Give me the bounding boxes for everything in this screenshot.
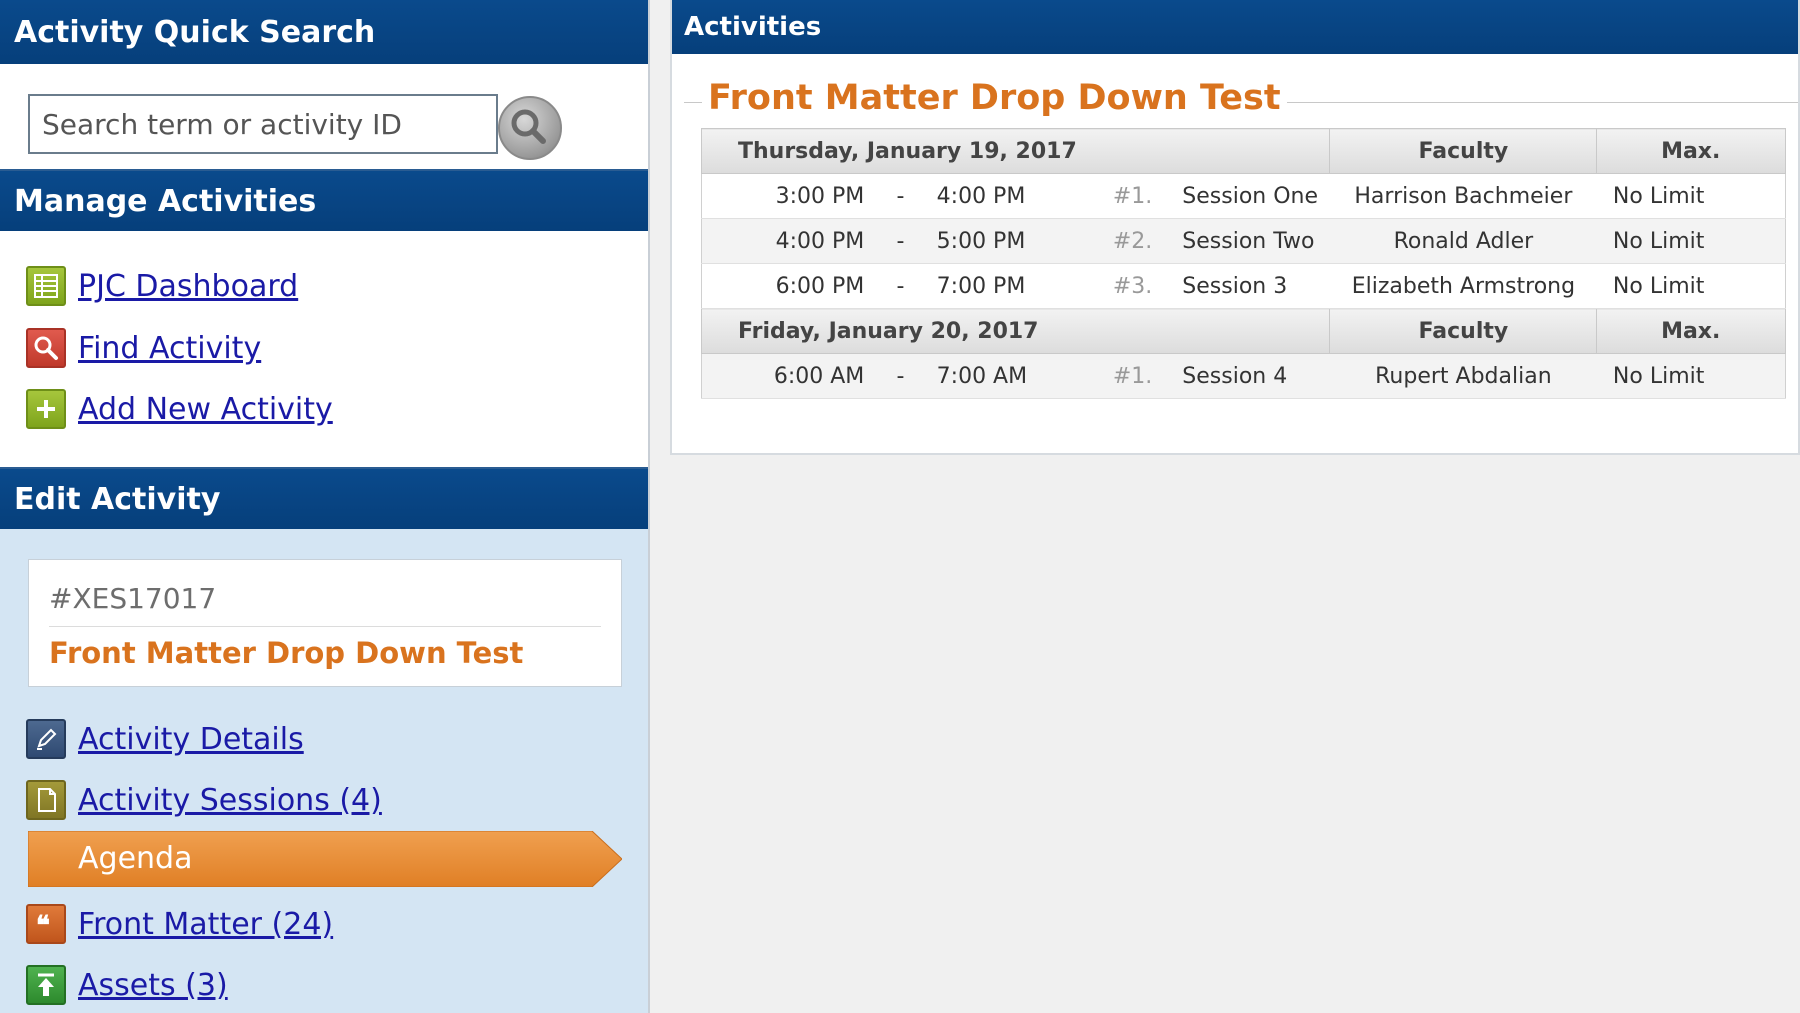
activity-details-label[interactable]: Activity Details: [78, 722, 304, 757]
pjc-dashboard-label[interactable]: PJC Dashboard: [78, 269, 298, 304]
session-end: 7:00 AM: [926, 353, 1048, 399]
day-header-row: Friday, January 20, 2017 Faculty Max.: [700, 308, 1786, 354]
sidebar: Activity Quick Search Manage Activities …: [0, 0, 650, 1013]
assets-link[interactable]: Assets (3): [26, 964, 228, 1006]
search-input[interactable]: [28, 94, 498, 154]
magnifier-icon: [26, 328, 66, 368]
session-max: No Limit: [1596, 263, 1786, 309]
add-new-activity-link[interactable]: Add New Activity: [26, 388, 333, 430]
agenda-activity-title: Front Matter Drop Down Test: [702, 78, 1287, 118]
table-icon: [26, 266, 66, 306]
session-end: 4:00 PM: [926, 173, 1048, 219]
search-button[interactable]: [498, 96, 562, 160]
day-date: Friday, January 20, 2017: [700, 308, 1331, 354]
pencil-icon: [26, 719, 66, 759]
session-faculty: Rupert Abdalian: [1329, 353, 1597, 399]
faculty-column-header: Faculty: [1329, 308, 1598, 354]
activity-card: #XES17017 Front Matter Drop Down Test: [28, 559, 622, 687]
agenda-active-item[interactable]: Agenda: [28, 831, 622, 887]
max-column-header: Max.: [1596, 308, 1786, 354]
session-row[interactable]: 6:00 PM - 7:00 PM #3. Session 3 Elizabet…: [701, 263, 1786, 309]
session-name: Session One: [1162, 173, 1330, 219]
svg-text:❝: ❝: [36, 911, 50, 939]
plus-icon: [26, 389, 66, 429]
session-row[interactable]: 3:00 PM - 4:00 PM #1. Session One Harris…: [701, 173, 1786, 219]
activity-id: #XES17017: [49, 582, 217, 615]
quick-search-header: Activity Quick Search: [0, 0, 648, 64]
session-number: #3.: [1047, 263, 1163, 309]
activity-sessions-label[interactable]: Activity Sessions (4): [78, 783, 382, 818]
agenda-label: Agenda: [78, 841, 193, 876]
session-row[interactable]: 4:00 PM - 5:00 PM #2. Session Two Ronald…: [701, 218, 1786, 264]
card-divider: [49, 626, 601, 627]
front-matter-link[interactable]: ❝ Front Matter (24): [26, 903, 333, 945]
edit-activity-header: Edit Activity: [0, 467, 648, 529]
day-header-row: Thursday, January 19, 2017 Faculty Max.: [700, 128, 1786, 174]
agenda-table: Thursday, January 19, 2017 Faculty Max. …: [700, 128, 1786, 399]
session-name: Session 3: [1162, 263, 1330, 309]
session-end: 5:00 PM: [926, 218, 1048, 264]
session-number: #1.: [1047, 353, 1163, 399]
session-name: Session 4: [1162, 353, 1330, 399]
document-icon: [26, 780, 66, 820]
session-max: No Limit: [1596, 218, 1786, 264]
manage-activities-header: Manage Activities: [0, 169, 648, 231]
time-separator: -: [874, 218, 927, 264]
time-separator: -: [874, 353, 927, 399]
session-faculty: Ronald Adler: [1329, 218, 1597, 264]
front-matter-label[interactable]: Front Matter (24): [78, 907, 333, 942]
find-activity-label[interactable]: Find Activity: [78, 331, 261, 366]
magnifier-icon: [511, 109, 546, 144]
activities-panel: Activities Front Matter Drop Down Test T…: [670, 0, 1800, 455]
session-start: 3:00 PM: [701, 173, 875, 219]
session-row[interactable]: 6:00 AM - 7:00 AM #1. Session 4 Rupert A…: [701, 353, 1786, 399]
time-separator: -: [874, 173, 927, 219]
time-separator: -: [874, 263, 927, 309]
session-start: 6:00 PM: [701, 263, 875, 309]
session-max: No Limit: [1596, 173, 1786, 219]
activity-card-title: Front Matter Drop Down Test: [49, 636, 524, 670]
activity-sessions-link[interactable]: Activity Sessions (4): [26, 779, 382, 821]
session-faculty: Harrison Bachmeier: [1329, 173, 1597, 219]
activity-details-link[interactable]: Activity Details: [26, 718, 304, 760]
find-activity-link[interactable]: Find Activity: [26, 327, 261, 369]
session-faculty: Elizabeth Armstrong: [1329, 263, 1597, 309]
edit-activity-panel: #XES17017 Front Matter Drop Down Test Ac…: [0, 529, 648, 1011]
activities-header: Activities: [672, 0, 1798, 54]
session-start: 4:00 PM: [701, 218, 875, 264]
assets-label[interactable]: Assets (3): [78, 968, 228, 1003]
manage-activities-panel: PJC Dashboard Find Activity Add New Acti…: [0, 231, 648, 467]
session-number: #2.: [1047, 218, 1163, 264]
pjc-dashboard-link[interactable]: PJC Dashboard: [26, 265, 298, 307]
session-max: No Limit: [1596, 353, 1786, 399]
day-date: Thursday, January 19, 2017: [700, 128, 1331, 174]
upload-icon: [26, 965, 66, 1005]
quote-icon: ❝: [26, 904, 66, 944]
session-end: 7:00 PM: [926, 263, 1048, 309]
max-column-header: Max.: [1596, 128, 1786, 174]
session-start: 6:00 AM: [701, 353, 875, 399]
activity-title-row: Front Matter Drop Down Test: [684, 78, 1798, 124]
session-number: #1.: [1047, 173, 1163, 219]
session-name: Session Two: [1162, 218, 1330, 264]
add-new-activity-label[interactable]: Add New Activity: [78, 392, 333, 427]
faculty-column-header: Faculty: [1329, 128, 1598, 174]
